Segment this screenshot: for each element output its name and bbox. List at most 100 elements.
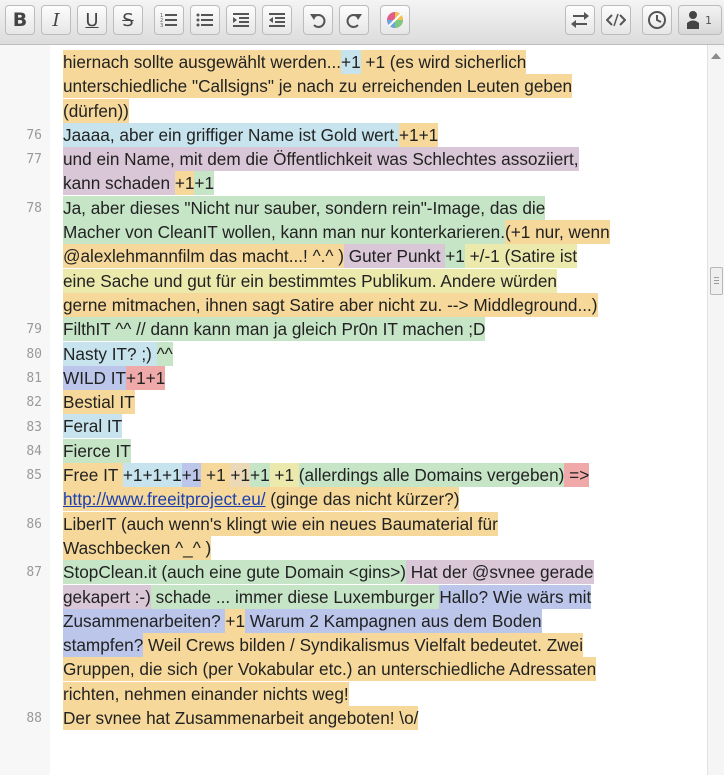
undo-button[interactable] bbox=[303, 5, 333, 35]
vertical-scrollbar[interactable] bbox=[707, 45, 724, 775]
pad-line[interactable]: Macher von CleanIT wollen, kann man nur … bbox=[63, 220, 699, 245]
timeslider-button[interactable] bbox=[642, 5, 672, 35]
author-segment: Weil Crews bilden / Syndikalismus Vielfa… bbox=[143, 633, 584, 658]
author-segment: Macher von CleanIT wollen, kann man nur … bbox=[63, 220, 506, 245]
author-segment: (+1 nur, wenn bbox=[505, 220, 610, 245]
pad-line[interactable]: unterschiedliche "Callsigns" je nach zu … bbox=[63, 74, 699, 99]
pad-line[interactable]: Bestial IT bbox=[63, 390, 699, 415]
editor-pane[interactable]: 76 77 78 79 80 81 82 83 84 85 86 87 88 hiernach soll… bbox=[0, 45, 707, 775]
author-segment: +1 bbox=[181, 463, 202, 488]
author-segment: (allerdings alle Domains vergeben) bbox=[298, 463, 565, 488]
bullet-list-button[interactable] bbox=[190, 5, 220, 35]
pad-link[interactable]: http://www.freeitproject.eu/ bbox=[63, 487, 266, 512]
author-segment: Feral IT bbox=[63, 414, 123, 439]
author-segment: Gruppen, die sich (per Vokabular etc.) a… bbox=[63, 657, 597, 682]
pad-line[interactable]: Ja, aber dieses "Nicht nur sauber, sonde… bbox=[63, 195, 699, 220]
pad-line[interactable]: Der svnee hat Zusammenarbeit angeboten! … bbox=[63, 706, 699, 731]
pad-line[interactable]: @alexlehmannfilm das macht...! ^.^ ) Gut… bbox=[63, 244, 699, 269]
line-number: 77 bbox=[26, 152, 42, 168]
pad-line[interactable]: Feral IT bbox=[63, 414, 699, 439]
indent-icon bbox=[233, 13, 249, 27]
line-number: 81 bbox=[26, 370, 42, 386]
pad-content[interactable]: hiernach sollte ausgewählt werden...+1 +… bbox=[63, 50, 699, 731]
author-segment: +1+1 bbox=[398, 122, 439, 147]
author-segment: Bestial IT bbox=[63, 390, 135, 415]
bullet-list-icon bbox=[196, 13, 213, 27]
pad-line[interactable]: Jaaaa, aber ein griffiger Name ist Gold … bbox=[63, 122, 699, 147]
line-number: 84 bbox=[26, 443, 42, 459]
import-export-button[interactable] bbox=[565, 5, 595, 35]
pad-line[interactable]: Fierce IT bbox=[63, 438, 699, 463]
author-segment: +1 bbox=[230, 463, 251, 488]
line-number: 78 bbox=[26, 200, 42, 216]
pad-line[interactable]: gekapert :-) schade ... immer diese Luxe… bbox=[63, 584, 699, 609]
author-segment: (dürfen)) bbox=[63, 98, 129, 123]
author-segment: ^^ bbox=[156, 341, 173, 366]
pad-line[interactable]: eine Sache und gut für ein bestimmtes Pu… bbox=[63, 268, 699, 293]
pad-line[interactable]: (dürfen)) bbox=[63, 98, 699, 123]
pad-line[interactable]: gerne mitmachen, ihnen sagt Satire aber … bbox=[63, 292, 699, 317]
author-segment: schade ... immer diese Luxemburger bbox=[150, 584, 440, 609]
line-number: 79 bbox=[26, 322, 42, 338]
line-number: 80 bbox=[26, 346, 42, 362]
author-segment: +1 bbox=[269, 463, 299, 488]
italic-button[interactable]: I bbox=[41, 5, 71, 35]
pad-line[interactable]: LiberIT (auch wenn's klingt wie ein neue… bbox=[63, 511, 699, 536]
pad-line[interactable]: Zusammenarbeiten? +1 Warum 2 Kampagnen a… bbox=[63, 608, 699, 633]
author-segment: Hallo? Wie wärs mit bbox=[439, 584, 592, 609]
scroll-thumb[interactable] bbox=[710, 267, 723, 295]
outdent-icon bbox=[269, 13, 285, 27]
pad-line[interactable]: und ein Name, mit dem die Öffentlichkeit… bbox=[63, 147, 699, 172]
author-segment: Free IT bbox=[63, 463, 123, 488]
line-number: 83 bbox=[26, 419, 42, 435]
pad-line[interactable]: Nasty IT? ;) ^^ bbox=[63, 341, 699, 366]
author-segment: Warum 2 Kampagnen aus dem Boden bbox=[245, 608, 542, 633]
code-icon bbox=[606, 13, 626, 27]
line-number: 88 bbox=[26, 711, 42, 727]
ordered-list-button[interactable]: 123 bbox=[154, 5, 184, 35]
author-segment: FilthIT ^^ // dann kann man ja gleich Pr… bbox=[63, 317, 486, 342]
author-segment: +1 bbox=[341, 50, 361, 74]
svg-text:3: 3 bbox=[160, 23, 163, 28]
author-segment: Zusammenarbeiten? bbox=[63, 608, 226, 633]
scroll-up-arrow-icon[interactable] bbox=[711, 53, 721, 59]
pad-line[interactable]: stampfen? Weil Crews bilden / Syndikalis… bbox=[63, 633, 699, 658]
ordered-list-icon: 123 bbox=[160, 13, 177, 28]
author-segment: +1 bbox=[250, 463, 270, 488]
author-segment: Fierce IT bbox=[63, 438, 131, 463]
author-segment: +1 bbox=[194, 171, 215, 196]
underline-button[interactable]: U bbox=[77, 5, 107, 35]
author-segment: Hat der @svnee gerade bbox=[406, 560, 594, 585]
color-wheel-icon bbox=[387, 12, 403, 28]
pad-line[interactable]: Free IT +1+1+1+1 +1 +1+1 +1 (allerdings … bbox=[63, 463, 699, 488]
strikethrough-button[interactable]: S bbox=[113, 5, 143, 35]
outdent-button[interactable] bbox=[262, 5, 292, 35]
pad-line[interactable]: Waschbecken ^_^ ) bbox=[63, 535, 699, 560]
author-segment: (ginge das nicht kürzer?) bbox=[265, 487, 460, 512]
bold-button[interactable]: B bbox=[5, 5, 35, 35]
author-segment: richten, nehmen einander nichts weg! bbox=[63, 681, 349, 706]
pad-line[interactable]: FilthIT ^^ // dann kann man ja gleich Pr… bbox=[63, 317, 699, 342]
clear-authorship-colors-button[interactable] bbox=[380, 5, 410, 35]
author-segment: +1 bbox=[174, 171, 195, 196]
redo-button[interactable] bbox=[339, 5, 369, 35]
line-number: 87 bbox=[26, 565, 42, 581]
author-segment: StopClean.it (auch eine gute Domain <gin… bbox=[63, 560, 407, 585]
pad-line[interactable]: kann schaden +1+1 bbox=[63, 171, 699, 196]
author-segment: LiberIT (auch wenn's klingt wie ein neue… bbox=[63, 511, 498, 536]
embed-code-button[interactable] bbox=[601, 5, 631, 35]
clock-icon bbox=[648, 11, 666, 29]
author-segment: +1 (es wird sicherlich bbox=[360, 50, 527, 74]
pad-line[interactable]: StopClean.it (auch eine gute Domain <gin… bbox=[63, 560, 699, 585]
users-button[interactable]: 1 bbox=[678, 5, 722, 35]
pad-line[interactable]: hiernach sollte ausgewählt werden...+1 +… bbox=[63, 50, 699, 74]
indent-button[interactable] bbox=[226, 5, 256, 35]
line-number: 82 bbox=[26, 395, 42, 411]
pad-line[interactable]: WILD IT+1+1 bbox=[63, 365, 699, 390]
pad-line[interactable]: Gruppen, die sich (per Vokabular etc.) a… bbox=[63, 657, 699, 682]
author-segment: hiernach sollte ausgewählt werden... bbox=[63, 50, 342, 74]
undo-icon bbox=[310, 14, 326, 28]
pad-line[interactable]: http://www.freeitproject.eu/ (ginge das … bbox=[63, 487, 699, 512]
pad-line[interactable]: richten, nehmen einander nichts weg! bbox=[63, 681, 699, 706]
line-number: 86 bbox=[26, 516, 42, 532]
